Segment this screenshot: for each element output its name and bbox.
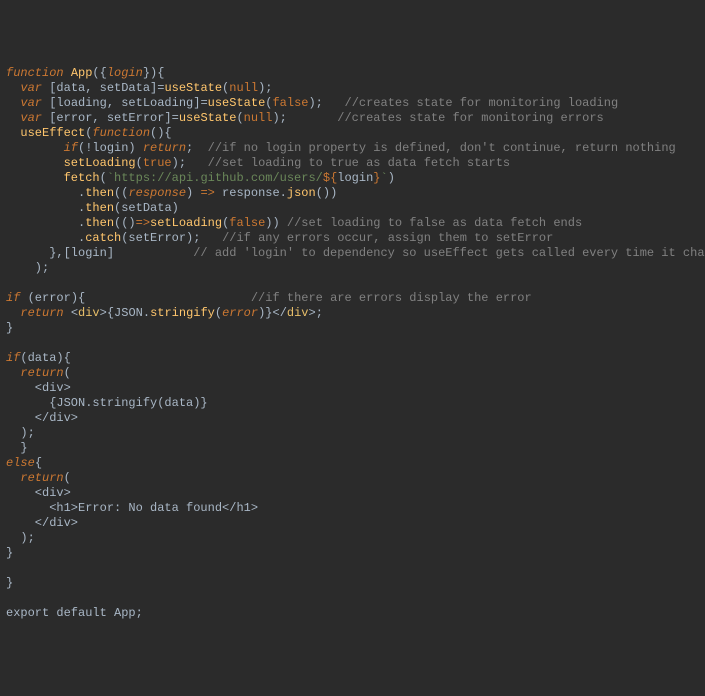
code-line: .then(setData): [6, 201, 179, 215]
code-line: <div>: [6, 381, 71, 395]
code-line: return(: [6, 471, 71, 485]
code-line: <h1>Error: No data found</h1>: [6, 501, 258, 515]
code-line: {JSON.stringify(data)}: [6, 396, 208, 410]
code-line: return <div>{JSON.stringify(error)}</div…: [6, 306, 323, 320]
code-line: );: [6, 531, 35, 545]
code-line: return(: [6, 366, 71, 380]
code-line: .then((response) => response.json()): [6, 186, 337, 200]
code-line: }: [6, 576, 13, 590]
code-line: function App({login}){: [6, 66, 164, 80]
code-line: fetch(`https://api.github.com/users/${lo…: [6, 171, 395, 185]
code-line: setLoading(true); //set loading to true …: [6, 156, 510, 170]
code-line: var [error, setError]=useState(null); //…: [6, 111, 604, 125]
code-line: }: [6, 546, 13, 560]
code-line: },[login] // add 'login' to dependency s…: [6, 246, 705, 260]
code-line: </div>: [6, 411, 78, 425]
code-line: if (error){ //if there are errors displa…: [6, 291, 532, 305]
code-line: );: [6, 261, 49, 275]
code-line: );: [6, 426, 35, 440]
code-line: else{: [6, 456, 42, 470]
code-line: }: [6, 441, 28, 455]
code-line: .then(()=>setLoading(false)) //set loadi…: [6, 216, 582, 230]
code-line: useEffect(function(){: [6, 126, 172, 140]
code-line: if(data){: [6, 351, 71, 365]
code-line: var [data, setData]=useState(null);: [6, 81, 272, 95]
code-line: <div>: [6, 486, 71, 500]
code-line: </div>: [6, 516, 78, 530]
code-editor[interactable]: function App({login}){ var [data, setDat…: [6, 66, 699, 621]
code-line: }: [6, 321, 13, 335]
code-line: var [loading, setLoading]=useState(false…: [6, 96, 618, 110]
code-line: .catch(setError); //if any errors occur,…: [6, 231, 553, 245]
code-line: export default App;: [6, 606, 143, 620]
code-line: if(!login) return; //if no login propert…: [6, 141, 676, 155]
